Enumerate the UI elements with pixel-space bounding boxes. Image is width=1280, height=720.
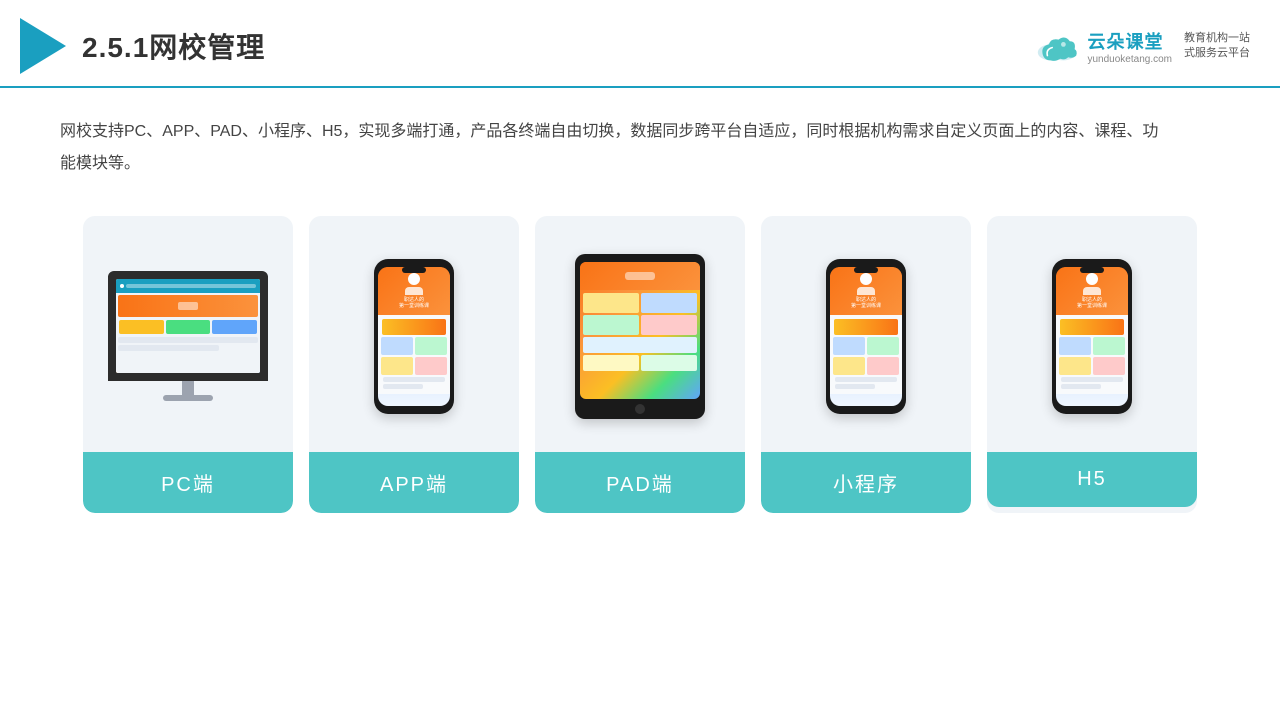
pc-label: PC端: [83, 452, 293, 513]
app-phone-icon: 职达人的第一堂训练课: [374, 259, 454, 414]
logo-triangle-icon: [20, 18, 66, 74]
pad-card: PAD端: [535, 216, 745, 513]
brand-url: yunduoketang.com: [1087, 54, 1172, 65]
miniapp-label: 小程序: [761, 452, 971, 513]
main-content: 网校支持PC、APP、PAD、小程序、H5，实现多端打通，产品各终端自由切换，数…: [0, 88, 1280, 533]
h5-label: H5: [987, 452, 1197, 507]
description-text: 网校支持PC、APP、PAD、小程序、H5，实现多端打通，产品各终端自由切换，数…: [60, 116, 1160, 180]
header-left: 2.5.1网校管理: [20, 18, 265, 74]
page-title: 2.5.1网校管理: [82, 26, 265, 66]
miniapp-image-area: 职达人的第一堂训练课: [773, 236, 959, 436]
brand-name: 云朵课堂: [1087, 28, 1163, 54]
app-label: APP端: [309, 452, 519, 513]
pad-image-area: [547, 236, 733, 436]
pad-label: PAD端: [535, 452, 745, 513]
header-right: 云朵课堂 yunduoketang.com 教育机构一站式服务云平台: [1033, 28, 1250, 65]
pad-tablet-icon: [575, 254, 705, 419]
brand-logo: 云朵课堂 yunduoketang.com: [1033, 28, 1172, 65]
pc-card: PC端: [83, 216, 293, 513]
header: 2.5.1网校管理 云朵课堂 yunduoketang.com 教育机构一站式服…: [0, 0, 1280, 88]
miniapp-card: 职达人的第一堂训练课: [761, 216, 971, 513]
pc-image-area: [95, 236, 281, 436]
cards-container: PC端 职达人的第一堂训练课: [60, 216, 1220, 513]
h5-card: 职达人的第一堂训练课: [987, 216, 1197, 513]
pc-monitor-icon: [108, 271, 268, 401]
app-image-area: 职达人的第一堂训练课: [321, 236, 507, 436]
h5-phone-icon: 职达人的第一堂训练课: [1052, 259, 1132, 414]
h5-image-area: 职达人的第一堂训练课: [999, 236, 1185, 436]
miniapp-phone-icon: 职达人的第一堂训练课: [826, 259, 906, 414]
app-card: 职达人的第一堂训练课: [309, 216, 519, 513]
brand-slogan: 教育机构一站式服务云平台: [1184, 31, 1250, 62]
brand-text: 云朵课堂 yunduoketang.com: [1087, 28, 1172, 65]
cloud-logo-icon: [1033, 30, 1081, 62]
